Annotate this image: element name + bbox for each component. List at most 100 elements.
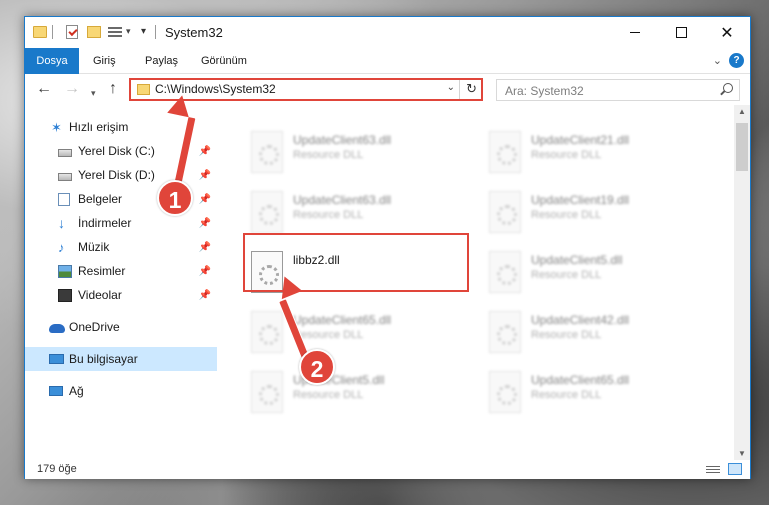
maximize-button[interactable] — [658, 17, 704, 48]
sidebar-item-label: Yerel Disk (D:) — [78, 168, 155, 182]
drive-icon — [58, 148, 72, 157]
pin-icon[interactable]: 📌 — [199, 242, 211, 253]
close-button[interactable]: ✕ — [704, 17, 750, 48]
file-name: UpdateClient21.dll — [531, 133, 630, 147]
search-placeholder: Ara: System32 — [505, 84, 584, 98]
sidebar-item-label: Ağ — [69, 384, 84, 398]
sidebar-item-label: Hızlı erişim — [69, 120, 129, 134]
minimize-button[interactable] — [612, 17, 658, 48]
search-input[interactable]: Ara: System32 — [496, 79, 740, 101]
step-2-badge: 2 — [299, 349, 335, 385]
pin-icon[interactable]: 📌 — [199, 266, 211, 277]
dll-file-icon — [489, 131, 521, 173]
music-icon: ♪ — [58, 239, 65, 255]
tab-share[interactable]: Paylaş — [133, 48, 190, 74]
pin-icon[interactable]: 📌 — [199, 170, 211, 181]
file-item[interactable]: UpdateClient65.dll Resource DLL — [243, 307, 473, 363]
scroll-thumb[interactable] — [736, 123, 748, 171]
large-icons-view-icon[interactable] — [728, 463, 742, 475]
dll-file-icon — [251, 191, 283, 233]
pin-icon[interactable]: 📌 — [199, 218, 211, 229]
file-type: Resource DLL — [531, 269, 602, 281]
file-name: UpdateClient5.dll — [531, 253, 623, 267]
file-item[interactable]: UpdateClient5.dll Resource DLL — [481, 247, 711, 303]
dll-file-icon — [251, 311, 283, 353]
navigation-pane: ✶ Hızlı erişim Yerel Disk (C:) 📌 Yerel D… — [25, 105, 217, 460]
divider — [52, 25, 53, 39]
chevron-down-icon[interactable]: ⌄ — [447, 82, 455, 93]
properties-icon[interactable] — [66, 25, 78, 39]
scroll-down-icon[interactable]: ▼ — [738, 449, 746, 458]
sidebar-item-network[interactable]: Ağ — [25, 379, 217, 403]
file-item[interactable]: UpdateClient42.dll Resource DLL — [481, 307, 711, 363]
refresh-icon[interactable]: ↻ — [466, 81, 477, 97]
pc-icon — [49, 354, 64, 364]
window-title: System32 — [165, 25, 223, 40]
sidebar-item-label: Belgeler — [78, 192, 123, 206]
back-arrow-icon[interactable]: ← — [36, 81, 52, 97]
file-type: Resource DLL — [531, 329, 602, 341]
sidebar-item-videos[interactable]: Videolar 📌 — [25, 283, 217, 307]
divider — [459, 80, 460, 99]
file-item[interactable]: UpdateClient5.dll Resource DLL — [243, 367, 473, 423]
help-icon[interactable]: ? — [729, 53, 744, 68]
tab-file[interactable]: Dosya — [25, 48, 79, 74]
file-name: UpdateClient65.dll — [293, 313, 392, 327]
sidebar-item-label: Videolar — [78, 288, 122, 302]
sidebar-item-onedrive[interactable]: OneDrive — [25, 315, 217, 339]
navigation-bar: ← → ▾ ↑ C:\Windows\System32 ⌄ ↻ Ara: Sys… — [25, 74, 750, 105]
chevron-down-icon[interactable]: ▾ — [126, 26, 131, 42]
pin-icon[interactable]: 📌 — [199, 194, 211, 205]
tab-view[interactable]: Görünüm — [189, 48, 259, 74]
tab-home[interactable]: Giriş — [81, 48, 128, 74]
search-icon[interactable] — [723, 83, 733, 93]
dll-file-icon — [489, 251, 521, 293]
vertical-scrollbar[interactable]: ▲ ▼ — [734, 105, 750, 460]
dll-file-icon — [251, 371, 283, 413]
folder-icon — [137, 84, 150, 95]
dll-file-icon — [489, 371, 521, 413]
file-type: Resource DLL — [293, 329, 364, 341]
details-view-icon[interactable] — [706, 464, 720, 475]
file-name: UpdateClient65.dll — [531, 373, 630, 387]
scroll-up-icon[interactable]: ▲ — [738, 107, 746, 116]
onedrive-icon — [49, 323, 65, 333]
documents-icon — [58, 192, 70, 206]
divider — [155, 25, 156, 39]
sidebar-item-downloads[interactable]: ↓ İndirmeler 📌 — [25, 211, 217, 235]
expand-ribbon-icon[interactable]: ⌄ — [713, 54, 722, 67]
file-type: Resource DLL — [293, 389, 364, 401]
pictures-icon — [58, 264, 72, 278]
sidebar-item-label: Bu bilgisayar — [69, 352, 138, 366]
sidebar-item-local-disk-d[interactable]: Yerel Disk (D:) 📌 — [25, 163, 217, 187]
dll-file-icon — [489, 191, 521, 233]
file-item[interactable]: UpdateClient63.dll Resource DLL — [243, 127, 473, 183]
sidebar-item-this-pc[interactable]: Bu bilgisayar — [25, 347, 217, 371]
up-arrow-icon[interactable]: ↑ — [109, 81, 117, 97]
videos-icon — [58, 288, 72, 302]
title-bar: ▾ ▾ System32 ✕ — [25, 17, 750, 48]
customize-toolbar-icon[interactable]: ▾ — [141, 26, 146, 42]
sidebar-item-label: Müzik — [78, 240, 110, 254]
view-options-icon[interactable] — [108, 25, 122, 39]
status-bar: 179 öğe — [25, 460, 750, 479]
step-1-badge: 1 — [157, 180, 193, 216]
sidebar-item-music[interactable]: ♪ Müzik 📌 — [25, 235, 217, 259]
file-type: Resource DLL — [531, 209, 602, 221]
file-item[interactable]: UpdateClient21.dll Resource DLL — [481, 127, 711, 183]
item-count: 179 öğe — [37, 463, 77, 475]
forward-arrow-icon[interactable]: → — [64, 81, 80, 97]
sidebar-item-pictures[interactable]: Resimler 📌 — [25, 259, 217, 283]
file-type: Resource DLL — [531, 149, 602, 161]
file-item[interactable]: UpdateClient65.dll Resource DLL — [481, 367, 711, 423]
sidebar-item-label: OneDrive — [69, 320, 120, 334]
file-type: Resource DLL — [531, 389, 602, 401]
file-type: Resource DLL — [293, 149, 364, 161]
pin-icon[interactable]: 📌 — [199, 290, 211, 301]
recent-locations-icon[interactable]: ▾ — [91, 85, 96, 101]
new-folder-icon[interactable] — [87, 26, 101, 38]
pin-icon[interactable]: 📌 — [199, 146, 211, 157]
file-item[interactable]: UpdateClient19.dll Resource DLL — [481, 187, 711, 243]
star-icon: ✶ — [51, 119, 62, 135]
file-name: UpdateClient63.dll — [293, 193, 392, 207]
